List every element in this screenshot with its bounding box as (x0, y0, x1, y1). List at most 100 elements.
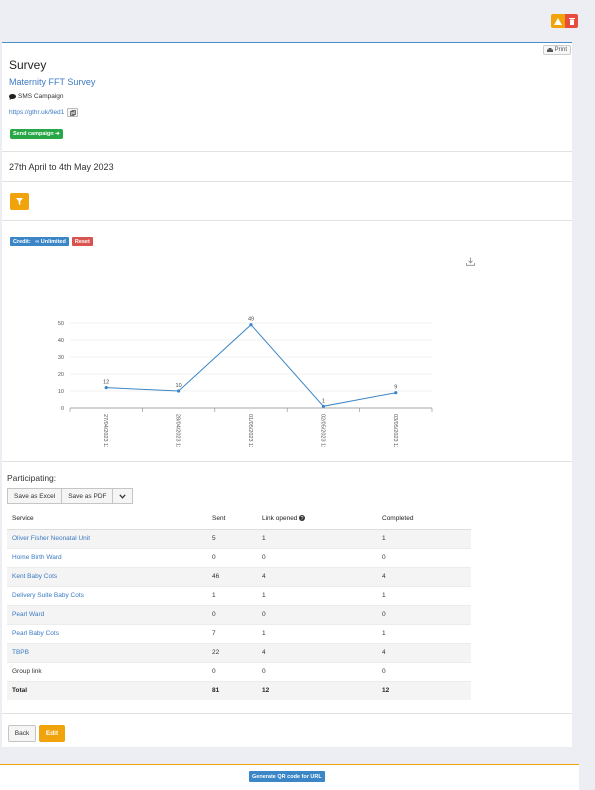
data-label: 10 (176, 383, 182, 389)
short-url-row: https://gthr.uk/9ed1 (9, 108, 79, 117)
x-tick-label: 01/05/2023 12:25 (247, 414, 253, 447)
question-circle-icon[interactable]: ? (299, 515, 306, 522)
delete-button[interactable] (565, 14, 578, 28)
data-label: 12 (103, 380, 109, 386)
top-actions (551, 14, 578, 28)
sent-cell: 46 (207, 566, 257, 586)
sent-cell: 0 (207, 547, 257, 567)
link-opened-label: Link opened (262, 515, 298, 523)
sent-cell: 0 (207, 661, 257, 681)
column-header-completed[interactable]: Completed (377, 509, 471, 530)
table-row: Pearl Baby Cots 7 1 1 (7, 623, 471, 643)
table-row: Delivery Suite Baby Cots 1 1 1 (7, 585, 471, 605)
table-row: Pearl Ward 0 0 0 (7, 604, 471, 624)
sent-cell: 7 (207, 623, 257, 643)
divider (2, 151, 572, 152)
printer-icon (546, 47, 553, 52)
service-cell[interactable]: Kent Baby Cots (7, 566, 207, 586)
service-cell[interactable]: Delivery Suite Baby Cots (7, 585, 207, 605)
divider (2, 220, 572, 221)
table-row: Oliver Fisher Neonatal Unit 5 1 1 (7, 528, 471, 548)
service-cell[interactable]: Pearl Ward (7, 604, 207, 624)
x-tick-label: 03/05/2023 12:15 (392, 414, 398, 447)
link-opened-cell: 0 (257, 547, 377, 567)
x-tick-label: 02/05/2023 12:26 (319, 414, 325, 447)
warning-icon (554, 17, 562, 25)
credit-label: Credit: (13, 238, 31, 245)
page-title: Survey (9, 58, 47, 72)
warning-button[interactable] (551, 14, 565, 28)
y-tick-label: 20 (58, 372, 64, 378)
completed-cell: 0 (377, 604, 471, 624)
send-campaign-button[interactable]: Send campaign ➔ (10, 129, 63, 139)
table-row: TBPB 22 4 4 (7, 642, 471, 662)
divider (2, 181, 572, 182)
y-tick-label: 30 (58, 355, 64, 361)
table-total-row: Total 81 12 12 (7, 680, 471, 700)
table-row: Home Birth Ward 0 0 0 (7, 547, 471, 567)
service-cell[interactable]: Home Birth Ward (7, 547, 207, 567)
save-as-excel-button[interactable]: Save as Excel (7, 488, 63, 504)
sent-cell: 5 (207, 528, 257, 548)
completed-cell: 4 (377, 566, 471, 586)
column-header-service[interactable]: Service (7, 509, 207, 530)
export-dropdown-toggle[interactable] (113, 488, 134, 504)
service-cell[interactable]: TBPB (7, 642, 207, 662)
y-tick-label: 40 (58, 338, 64, 344)
data-label: 1 (322, 398, 325, 404)
total-completed-cell: 12 (377, 680, 471, 700)
completed-cell: 0 (377, 661, 471, 681)
link-opened-cell: 1 (257, 528, 377, 548)
completed-cell: 1 (377, 623, 471, 643)
generate-qr-button[interactable]: Generate QR code for URL (249, 771, 325, 782)
link-opened-cell: 1 (257, 585, 377, 605)
campaign-type-label: SMS Campaign (18, 93, 64, 100)
copy-url-button[interactable] (67, 108, 79, 117)
campaign-type: SMS Campaign (9, 93, 64, 100)
data-point (321, 404, 325, 408)
column-header-sent[interactable]: Sent (207, 509, 257, 530)
data-label: 9 (394, 385, 397, 391)
completed-cell: 4 (377, 642, 471, 662)
date-range: 27th April to 4th May 2023 (9, 162, 114, 172)
print-button[interactable]: Print (542, 45, 571, 55)
service-cell: Group link (7, 661, 207, 681)
survey-name-link[interactable]: Maternity FFT Survey (9, 77, 95, 87)
sent-cell: 1 (207, 585, 257, 605)
credit-badges: Credit: ∞ Unlimited Reset (10, 237, 93, 246)
data-point (104, 386, 108, 390)
reset-button[interactable]: Reset (71, 237, 93, 246)
link-opened-cell: 1 (257, 623, 377, 643)
chevron-down-icon (119, 493, 127, 499)
y-tick-label: 0 (61, 406, 64, 412)
completed-cell: 0 (377, 547, 471, 567)
column-header-link-opened[interactable]: Link opened ? (257, 509, 377, 530)
edit-button[interactable]: Edit (39, 725, 65, 742)
sent-cell: 0 (207, 604, 257, 624)
short-url-link[interactable]: https://gthr.uk/9ed1 (9, 109, 64, 116)
link-opened-cell: 4 (257, 642, 377, 662)
completed-cell: 1 (377, 585, 471, 605)
service-cell[interactable]: Pearl Baby Cots (7, 623, 207, 643)
credit-badge: Credit: ∞ Unlimited (10, 237, 69, 246)
sent-over-time-chart: 0 10 20 30 40 50 12 10 49 1 9 27/04/2023 12:08 28/04… (58, 317, 433, 447)
divider (2, 713, 572, 714)
series-line (106, 323, 396, 407)
download-icon (466, 257, 475, 266)
back-button[interactable]: Back (8, 725, 36, 742)
y-tick-label: 50 (58, 321, 64, 327)
total-sent-cell: 81 (207, 680, 257, 700)
total-label-cell: Total (7, 680, 207, 700)
participating-table: Service Sent Link opened ? Completed Oli… (7, 509, 471, 700)
table-row: Group link 0 0 0 (7, 661, 471, 681)
y-tick-label: 10 (58, 389, 64, 395)
data-point (177, 389, 181, 393)
survey-card: Print Survey Maternity FFT Survey SMS Ca… (2, 42, 572, 747)
link-opened-cell: 0 (257, 604, 377, 624)
total-opened-cell: 12 (257, 680, 377, 700)
data-point (394, 391, 398, 395)
filter-button[interactable] (10, 193, 29, 210)
service-cell[interactable]: Oliver Fisher Neonatal Unit (7, 528, 207, 548)
save-as-pdf-button[interactable]: Save as PDF (62, 488, 114, 504)
divider (2, 461, 572, 462)
